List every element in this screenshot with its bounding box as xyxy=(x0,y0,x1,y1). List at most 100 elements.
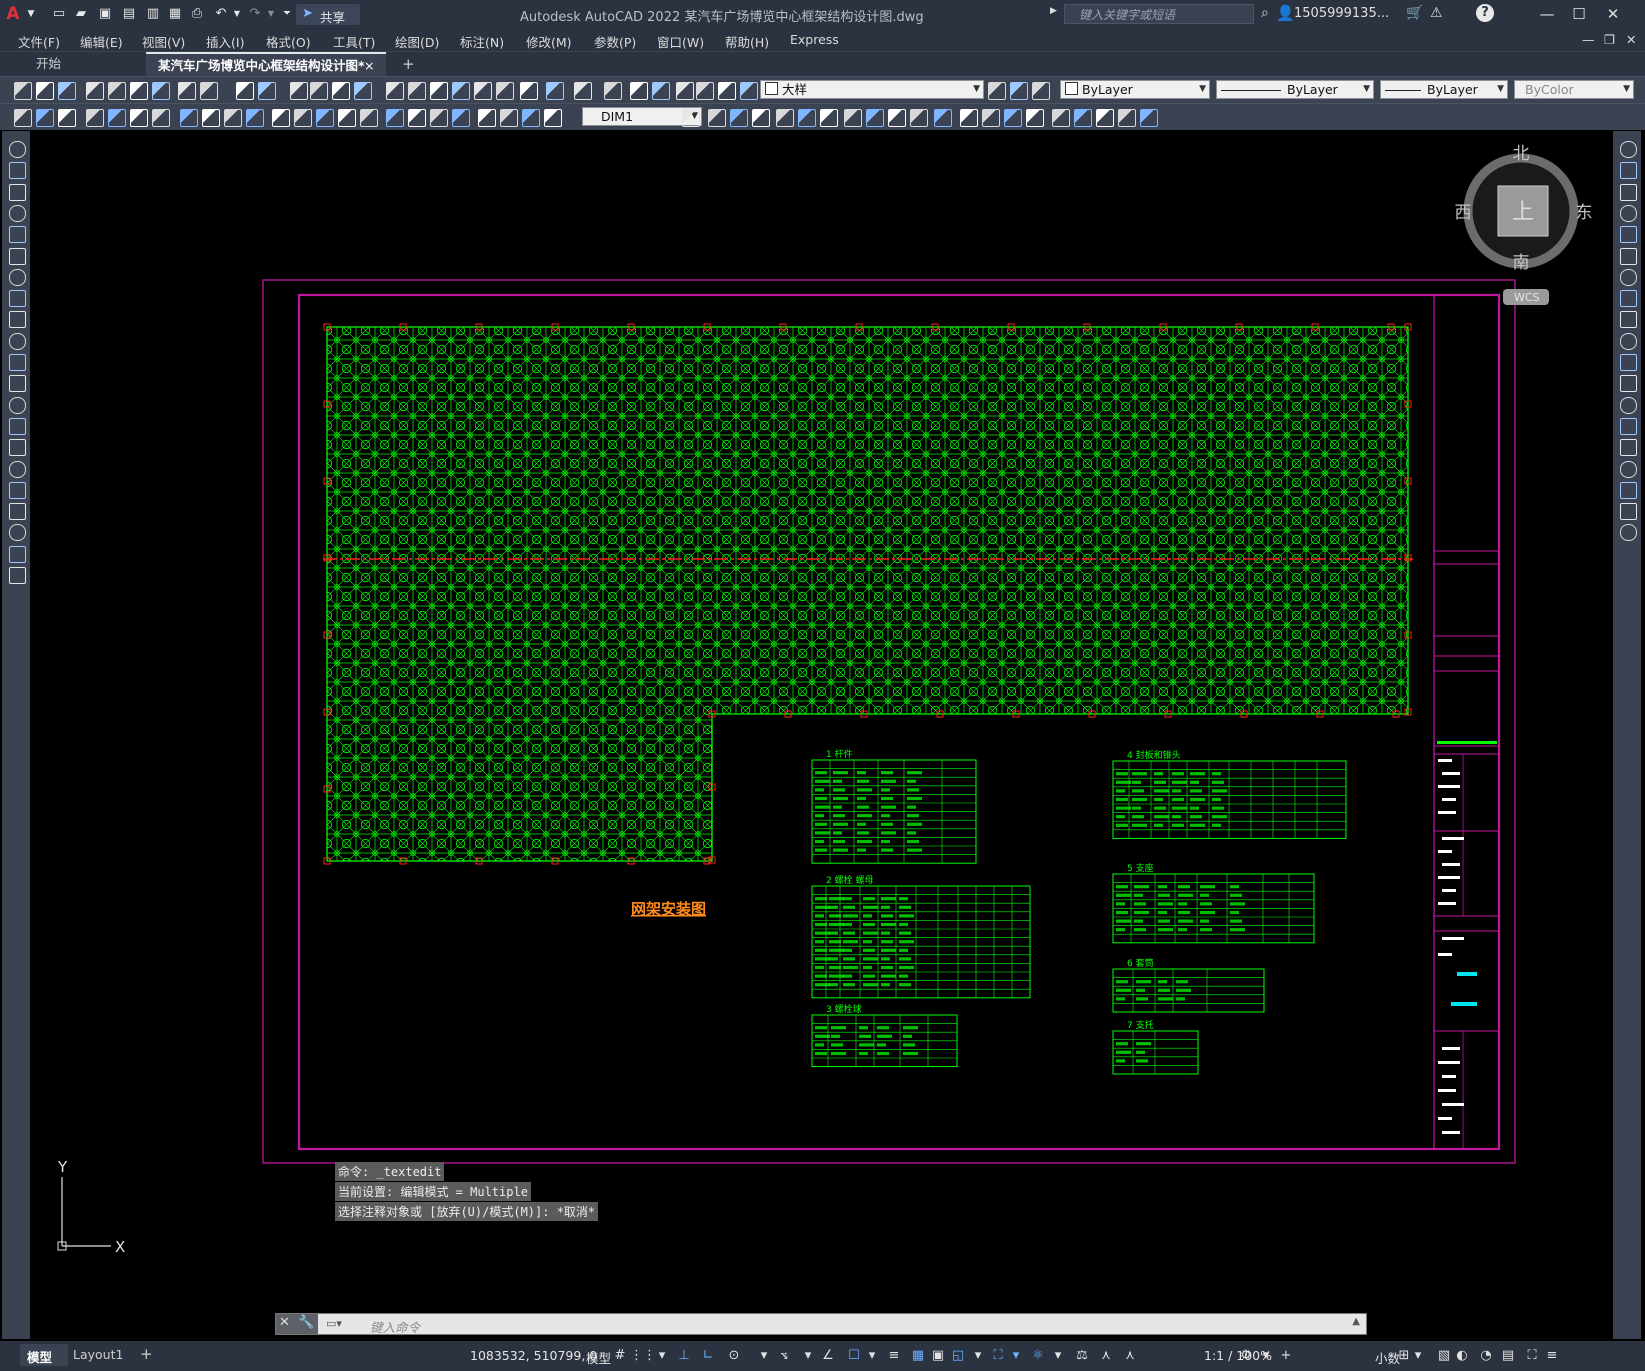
status-toggle-34-icon[interactable]: ⛶ xyxy=(1524,1348,1540,1364)
tab-start[interactable]: 开始 xyxy=(14,52,144,76)
new-file-icon[interactable]: ▭ xyxy=(50,5,68,23)
standard-tool-4-icon[interactable] xyxy=(86,82,104,100)
standard-tool-8-icon[interactable] xyxy=(178,82,196,100)
status-toggle-2-icon[interactable]: ⋮⋮ xyxy=(630,1348,656,1364)
compass-south[interactable]: 南 xyxy=(1513,253,1530,273)
dimension-tool-9-icon[interactable] xyxy=(202,109,220,127)
dimension-tool-5-icon[interactable] xyxy=(108,109,126,127)
menu-express[interactable]: Express xyxy=(790,32,839,47)
standard-tool-22-icon[interactable] xyxy=(520,82,538,100)
menu-file[interactable]: 文件(F) xyxy=(18,32,60,51)
menu-insert[interactable]: 插入(I) xyxy=(206,32,244,51)
standard-tool-15-icon[interactable] xyxy=(354,82,372,100)
dimension-tool-35-icon[interactable] xyxy=(934,109,952,127)
status-toggle-32-icon[interactable]: ◔ xyxy=(1478,1348,1494,1364)
dimension-tool-44-icon[interactable] xyxy=(1140,109,1158,127)
minimize-button[interactable]: — xyxy=(1534,4,1560,24)
share-button[interactable]: ➤ 共享 xyxy=(296,4,360,25)
modify-tool-15-icon[interactable] xyxy=(1620,439,1637,457)
command-line-handle[interactable]: ✕ 🔧 xyxy=(276,1314,318,1334)
coordinate-readout[interactable]: 1083532, 510799, 0 xyxy=(470,1348,597,1363)
save-as-icon[interactable]: ▤ xyxy=(120,5,138,23)
annotation-scale[interactable]: 1:1 / 100% xyxy=(1204,1348,1272,1363)
autodesk-app-icon[interactable]: ⚠ xyxy=(1430,5,1443,21)
dimension-tool-26-icon[interactable] xyxy=(730,109,748,127)
user-icon[interactable]: 👤 xyxy=(1276,4,1295,22)
dimension-tool-30-icon[interactable] xyxy=(820,109,838,127)
standard-tool-14-icon[interactable] xyxy=(332,82,350,100)
draw-tool-21-icon[interactable] xyxy=(9,567,26,584)
standard-tool-5-icon[interactable] xyxy=(108,82,126,100)
status-toggle-35-icon[interactable]: ≡ xyxy=(1544,1348,1560,1364)
dim-update-tool-1-icon[interactable] xyxy=(682,109,700,127)
standard-tool-13-icon[interactable] xyxy=(310,82,328,100)
status-toggle-30-icon[interactable]: ▧ xyxy=(1436,1348,1452,1364)
command-history-toggle[interactable]: ▲ xyxy=(1352,1316,1360,1327)
linetype-dropdown[interactable]: ByLayer ▼ xyxy=(1216,80,1374,99)
dimension-tool-15-icon[interactable] xyxy=(338,109,356,127)
standard-tool-27-icon[interactable] xyxy=(652,82,670,100)
dimension-tool-32-icon[interactable] xyxy=(866,109,884,127)
dimension-tool-18-icon[interactable] xyxy=(408,109,426,127)
status-toggle-21-icon[interactable]: ▾ xyxy=(1050,1348,1066,1364)
dimension-tool-2-icon[interactable] xyxy=(36,109,54,127)
status-toggle-18-icon[interactable]: ⛶ xyxy=(990,1348,1006,1364)
status-toggle-13-icon[interactable]: ≡ xyxy=(886,1348,902,1364)
plotstyle-dropdown[interactable]: ByColor ▼ xyxy=(1514,80,1634,99)
modify-tool-19-icon[interactable] xyxy=(1620,524,1637,542)
status-toggle-17-icon[interactable]: ▾ xyxy=(970,1348,986,1364)
dimension-tool-3-icon[interactable] xyxy=(58,109,76,127)
status-toggle-23-icon[interactable]: ⋏ xyxy=(1098,1348,1114,1364)
open-web-icon[interactable]: ▥ xyxy=(144,5,162,23)
maximize-button[interactable]: ☐ xyxy=(1566,4,1592,24)
modify-tool-9-icon[interactable] xyxy=(1620,311,1637,329)
compass-north[interactable]: 北 xyxy=(1513,144,1530,164)
dimension-tool-4-icon[interactable] xyxy=(86,109,104,127)
standard-tool-2-icon[interactable] xyxy=(36,82,54,100)
menu-window[interactable]: 窗口(W) xyxy=(657,32,704,51)
draw-tool-8-icon[interactable] xyxy=(9,290,26,308)
drawing-canvas[interactable]: 网架安装图 1 杆件 2 螺栓 螺母 3 螺栓球 4 封板和锥头 5 支座 6 套筒 7 支… xyxy=(33,131,1610,1339)
standard-tool-6-icon[interactable] xyxy=(130,82,148,100)
dimension-tool-8-icon[interactable] xyxy=(180,109,198,127)
dimension-tool-13-icon[interactable] xyxy=(294,109,312,127)
close-window-button[interactable]: ✕ xyxy=(1600,4,1626,24)
dimension-tool-16-icon[interactable] xyxy=(360,109,378,127)
status-toggle-24-icon[interactable]: ⋏ xyxy=(1122,1348,1138,1364)
status-toggle-3-icon[interactable]: ▾ xyxy=(654,1348,670,1364)
status-toggle-4-icon[interactable]: ⊥ xyxy=(676,1348,692,1364)
print-icon[interactable]: ⎙ xyxy=(188,5,206,23)
draw-tool-17-icon[interactable] xyxy=(9,481,26,499)
status-toggle-1-icon[interactable]: # xyxy=(612,1348,628,1364)
dimension-tool-39-icon[interactable] xyxy=(1026,109,1044,127)
draw-tool-3-icon[interactable] xyxy=(9,183,26,201)
draw-tool-9-icon[interactable] xyxy=(9,311,26,329)
standard-tool-19-icon[interactable] xyxy=(452,82,470,100)
menu-parametric[interactable]: 参数(P) xyxy=(594,32,636,51)
dimension-tool-7-icon[interactable] xyxy=(152,109,170,127)
status-toggle-5-icon[interactable]: ∟ xyxy=(700,1348,716,1364)
menu-help[interactable]: 帮助(H) xyxy=(725,32,769,51)
status-toggle-6-icon[interactable]: ⊙ xyxy=(726,1348,742,1364)
standard-tool-11-icon[interactable] xyxy=(258,82,276,100)
drawing-title[interactable]: 网架安装图 xyxy=(631,900,706,918)
status-toggle-29-icon[interactable]: ▾ xyxy=(1410,1348,1426,1364)
dimension-tool-40-icon[interactable] xyxy=(1052,109,1070,127)
status-toggle-19-icon[interactable]: ▾ xyxy=(1008,1348,1024,1364)
compass-east[interactable]: 东 xyxy=(1576,203,1593,223)
wrench-icon[interactable]: 🔧 xyxy=(298,1315,314,1330)
standard-tool-17-icon[interactable] xyxy=(408,82,426,100)
dimension-tool-19-icon[interactable] xyxy=(430,109,448,127)
doc-minimize-button[interactable]: — xyxy=(1582,32,1595,47)
modify-tool-18-icon[interactable] xyxy=(1620,503,1637,521)
search-icon[interactable]: ⌕ xyxy=(1261,5,1269,21)
compass-west[interactable]: 西 xyxy=(1455,203,1472,223)
viewcube[interactable]: 上 北 南 东 西 WCS xyxy=(1455,144,1593,305)
dimension-tool-41-icon[interactable] xyxy=(1074,109,1092,127)
standard-tool-7-icon[interactable] xyxy=(152,82,170,100)
menu-edit[interactable]: 编辑(E) xyxy=(80,32,123,51)
draw-tool-5-icon[interactable] xyxy=(9,226,26,244)
dimension-tool-6-icon[interactable] xyxy=(130,109,148,127)
modify-tool-12-icon[interactable] xyxy=(1620,375,1637,393)
modify-tool-14-icon[interactable] xyxy=(1620,417,1637,435)
